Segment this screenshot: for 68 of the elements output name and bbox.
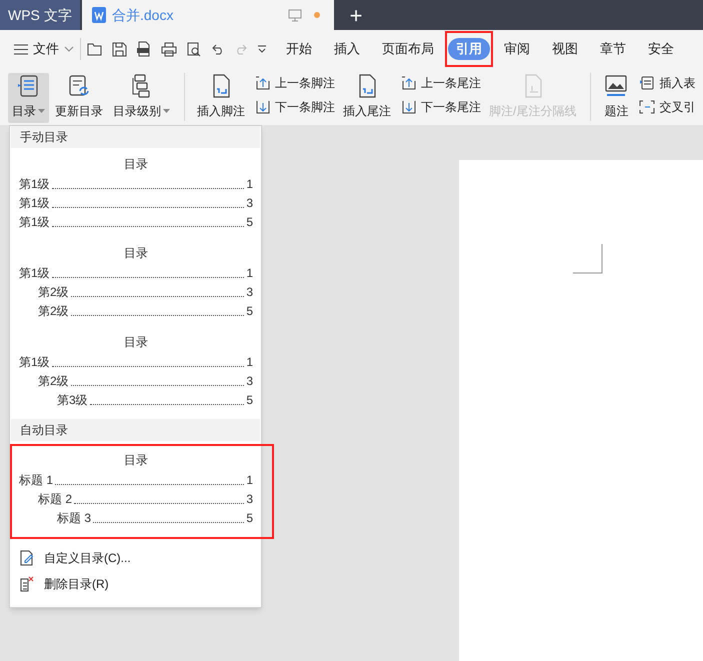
ribbon-tab[interactable]: 视图 bbox=[544, 38, 586, 60]
up-arrow-icon bbox=[255, 75, 271, 91]
more-icon[interactable] bbox=[257, 45, 267, 53]
ribbon-small-button[interactable]: 上一条脚注 bbox=[255, 73, 335, 93]
ribbon-tab[interactable]: 章节 bbox=[592, 38, 634, 60]
margin-mark-icon bbox=[573, 244, 603, 274]
ribbon-small-button[interactable]: 下一条尾注 bbox=[401, 97, 481, 117]
ribbon-small-button[interactable]: 插入表 bbox=[639, 73, 696, 93]
ribbon-tab[interactable]: 插入 bbox=[326, 38, 368, 60]
ribbon-small-button[interactable]: 交叉引 bbox=[639, 97, 696, 117]
ribbon-button[interactable]: 更新目录 bbox=[51, 73, 107, 123]
toc-entry: 标题 3 5 bbox=[56, 510, 253, 527]
ribbon-button[interactable]: 插入脚注 bbox=[193, 73, 249, 123]
toc-title: 目录 bbox=[123, 245, 149, 262]
ribbon-button[interactable]: 目录 bbox=[8, 73, 49, 123]
toc-preset[interactable]: 目录 第1级 1 第1级 3 第1级 5 bbox=[12, 150, 259, 239]
print-preview-icon[interactable] bbox=[186, 42, 202, 56]
toc-title: 目录 bbox=[123, 156, 149, 173]
toc-entry: 第1级 3 bbox=[19, 195, 253, 212]
toc-preset[interactable]: 目录 标题 1 1 标题 2 3 标题 3 5 bbox=[12, 446, 259, 535]
toc-entry: 第2级 5 bbox=[37, 303, 253, 320]
chevron-down-icon bbox=[64, 46, 74, 52]
undo-icon[interactable] bbox=[211, 43, 225, 55]
new-tab-button[interactable]: + bbox=[334, 0, 378, 30]
ribbon-tab[interactable]: 审阅 bbox=[496, 38, 538, 60]
toc-preset[interactable]: 目录 第1级 1 第2级 3 第2级 5 bbox=[12, 239, 259, 328]
folder-icon[interactable] bbox=[87, 42, 103, 56]
toc-title: 目录 bbox=[123, 334, 149, 351]
ribbon-small-button[interactable]: 上一条尾注 bbox=[401, 73, 481, 93]
print-icon[interactable] bbox=[161, 42, 177, 56]
toc-entry: 第2级 3 bbox=[37, 373, 253, 390]
section-header: 手动目录 bbox=[11, 126, 260, 148]
menu-icon bbox=[14, 44, 28, 54]
bracket-icon bbox=[639, 99, 656, 115]
ribbon-tab[interactable]: 页面布局 bbox=[374, 38, 442, 60]
delete-document-icon bbox=[19, 576, 35, 592]
edit-document-icon bbox=[19, 550, 35, 566]
pdf-icon[interactable] bbox=[136, 41, 152, 57]
toc-entry: 第1级 1 bbox=[19, 265, 253, 282]
save-icon[interactable] bbox=[112, 42, 127, 56]
toc-entry: 第1级 5 bbox=[19, 214, 253, 231]
menu-item[interactable]: 自定义目录(C)... bbox=[10, 545, 261, 571]
ribbon-button[interactable]: 插入尾注 bbox=[339, 73, 395, 123]
toc-entry: 标题 1 1 bbox=[19, 472, 253, 489]
ribbon-small-button[interactable]: 下一条脚注 bbox=[255, 97, 335, 117]
image-icon bbox=[603, 73, 630, 99]
file-menu[interactable]: 文件 bbox=[14, 39, 74, 59]
toc-title: 目录 bbox=[123, 452, 149, 469]
monitor-icon[interactable] bbox=[288, 8, 302, 22]
document-icon bbox=[92, 7, 106, 23]
app-tab[interactable]: WPS 文字 bbox=[0, 0, 80, 30]
down-arrow-icon bbox=[401, 99, 417, 115]
toc-preset[interactable]: 目录 第1级 1 第2级 3 第3级 5 bbox=[12, 328, 259, 417]
up-arrow-icon bbox=[401, 75, 417, 91]
document-title: 合并.docx bbox=[112, 6, 174, 24]
toc-entry: 第3级 5 bbox=[56, 392, 253, 409]
menu-item[interactable]: 删除目录(R) bbox=[10, 571, 261, 597]
toc-entry: 第1级 1 bbox=[19, 354, 253, 371]
ribbon-tab[interactable]: 开始 bbox=[278, 38, 320, 60]
section-header: 自动目录 bbox=[11, 419, 260, 441]
toc-entry: 第2级 3 bbox=[37, 284, 253, 301]
toc-entry: 标题 2 3 bbox=[37, 491, 253, 508]
down-arrow-icon bbox=[255, 99, 271, 115]
ribbon-button[interactable]: 目录级别 bbox=[109, 73, 174, 123]
table-icon bbox=[639, 75, 656, 91]
ribbon-tab[interactable]: 安全 bbox=[640, 38, 682, 60]
ribbon-button[interactable]: 题注 bbox=[599, 73, 634, 123]
toc-entry: 第1级 1 bbox=[19, 176, 253, 193]
